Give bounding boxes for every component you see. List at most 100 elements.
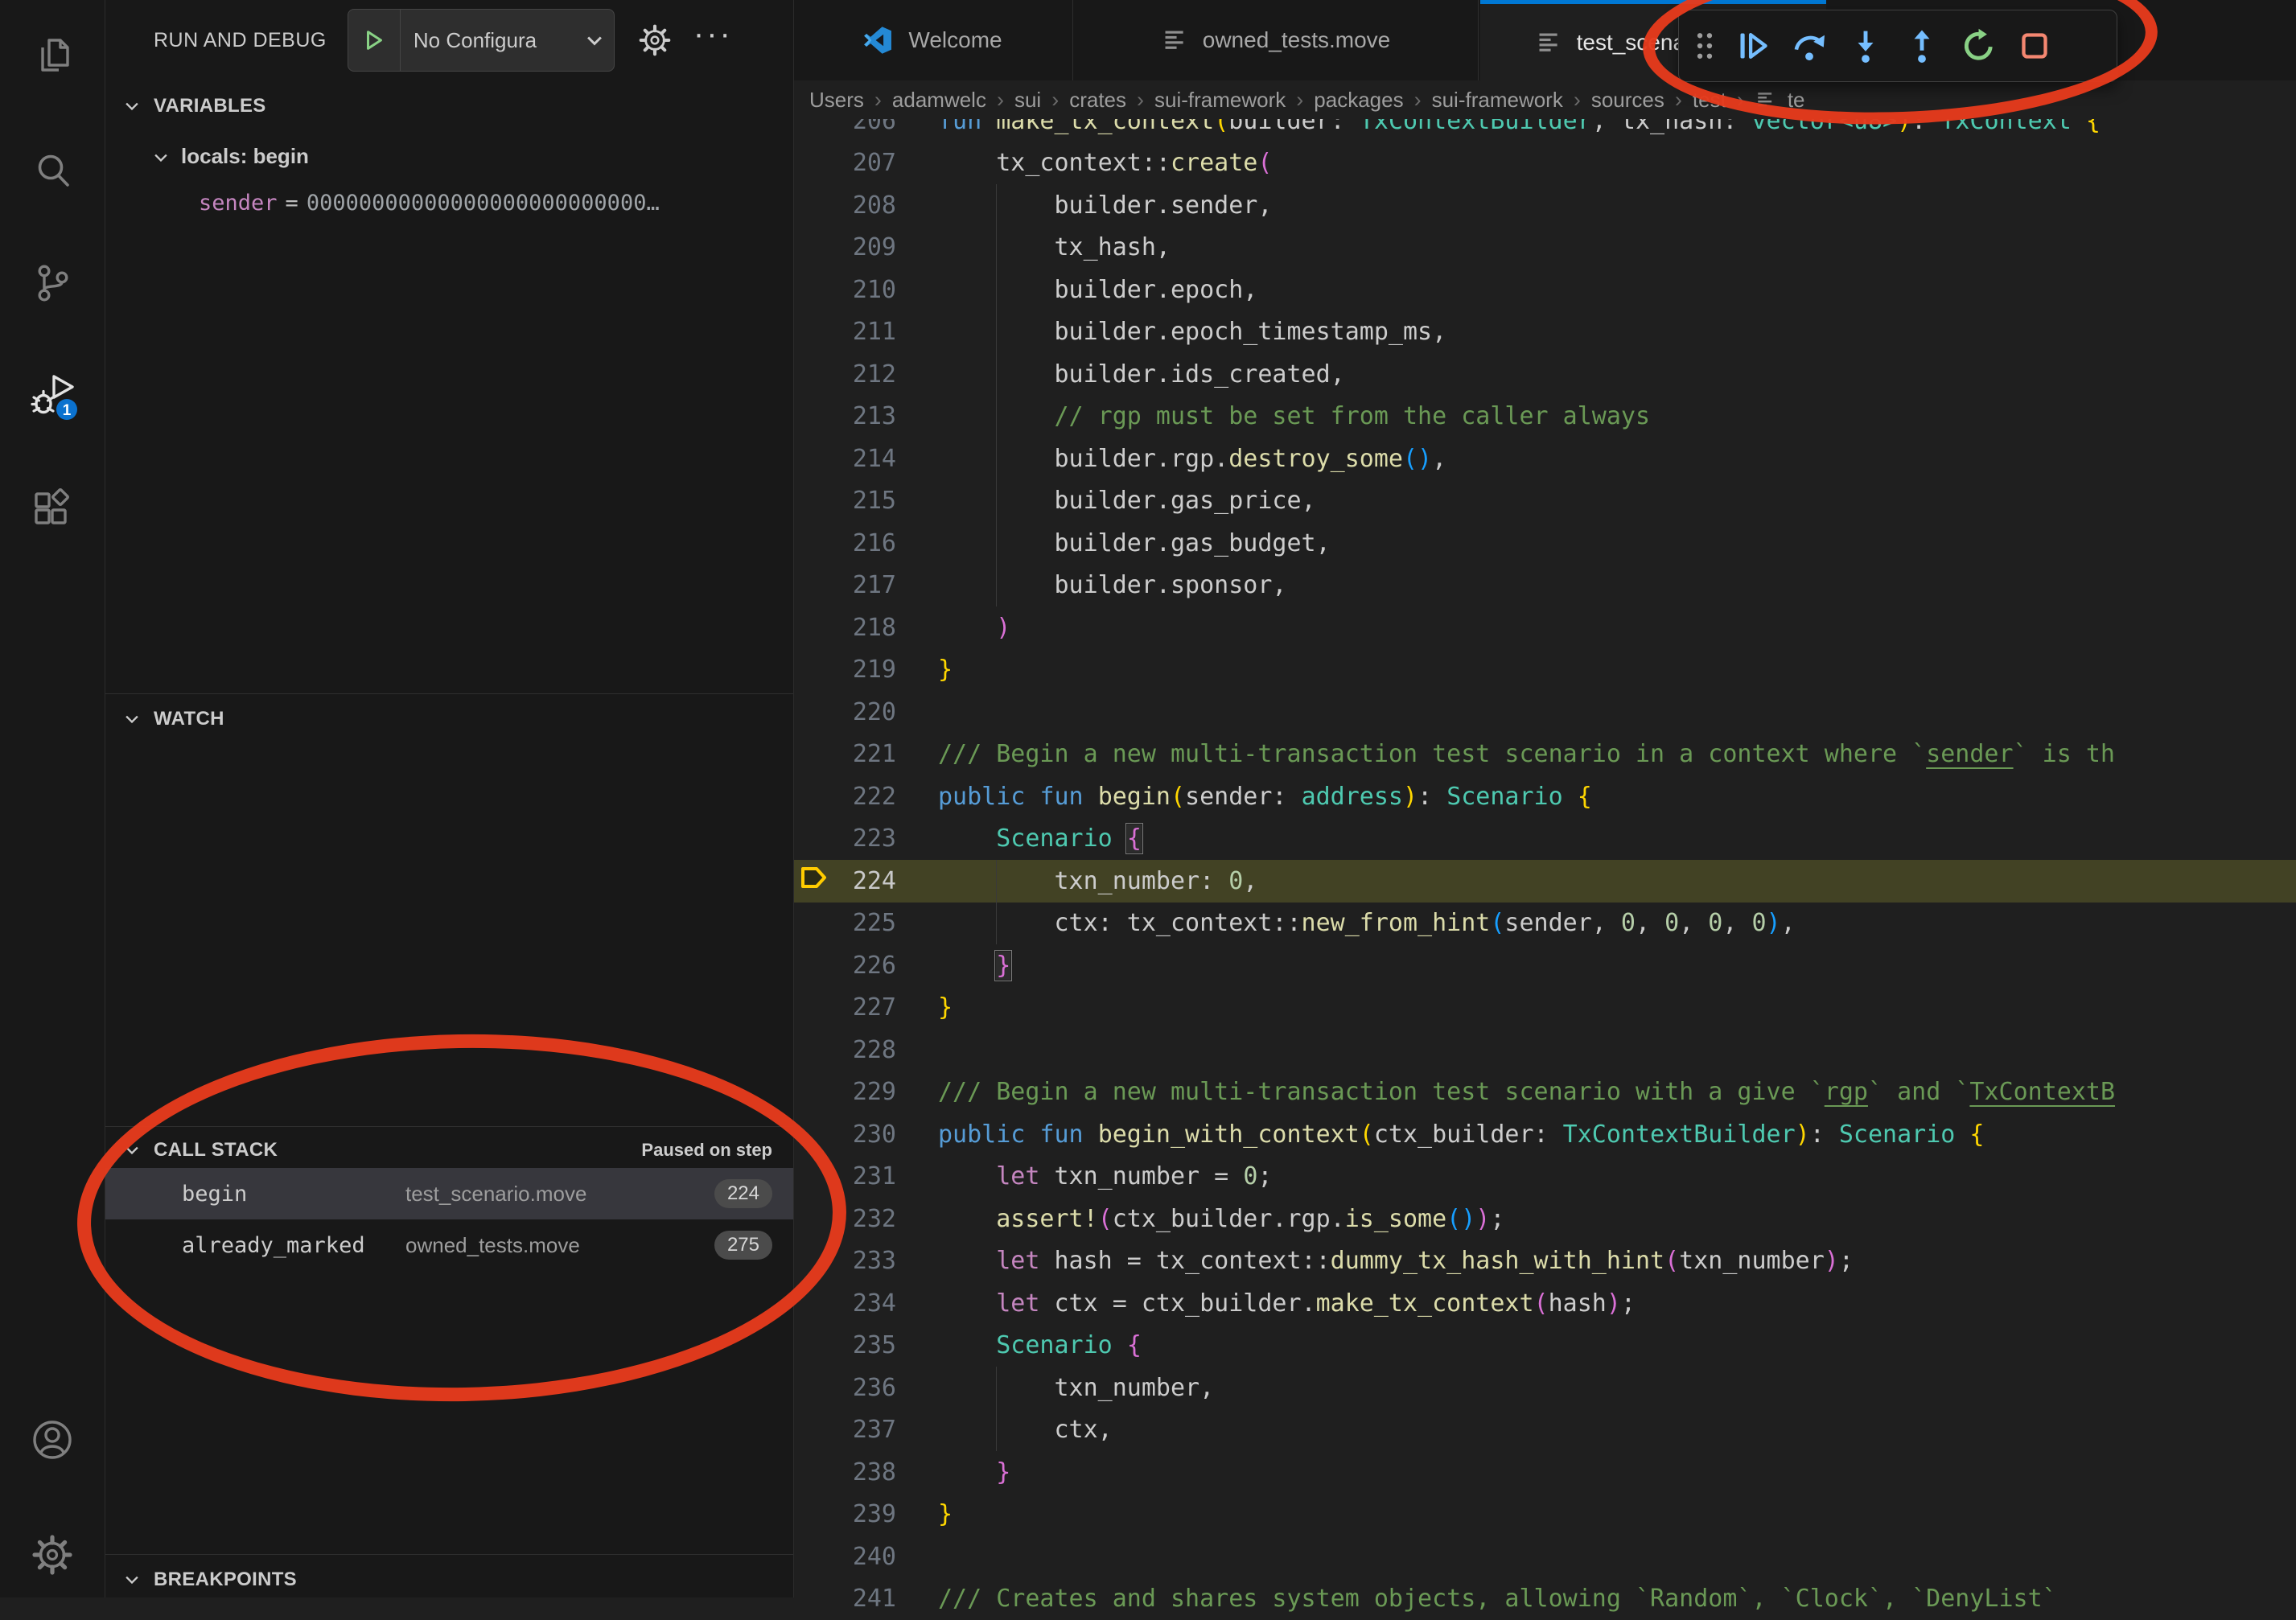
line-number[interactable]: 232 [793, 1205, 896, 1233]
variable-row-sender[interactable]: sender = 00000000000000000000000000… [105, 183, 793, 222]
sidebar-header: RUN AND DEBUG No Configura ··· [105, 0, 793, 80]
breadcrumb-file[interactable]: te [1788, 88, 1805, 113]
search-icon[interactable] [30, 148, 75, 193]
line-number[interactable]: 226 [793, 952, 896, 980]
tab-owned-tests-move[interactable]: owned_tests.move [1073, 0, 1479, 80]
line-number[interactable]: 215 [793, 487, 896, 515]
code-line-234: 234 let ctx = ctx_builder.make_tx_contex… [793, 1282, 2296, 1325]
move-file-icon [1535, 29, 1562, 56]
settings-gear-icon[interactable] [30, 1532, 75, 1577]
variables-section-header[interactable]: VARIABLES [105, 85, 793, 127]
debug-badge: 1 [63, 402, 72, 419]
breadcrumb-separator: › [1574, 88, 1581, 113]
line-number[interactable]: 217 [793, 571, 896, 599]
line-number[interactable]: 213 [793, 402, 896, 430]
line-number[interactable]: 236 [793, 1374, 896, 1402]
code-line-228: 228 [793, 1029, 2296, 1071]
line-number[interactable]: 239 [793, 1500, 896, 1528]
line-number[interactable]: 221 [793, 740, 896, 768]
line-number[interactable]: 241 [793, 1585, 896, 1613]
current-line-marker-icon [800, 865, 829, 897]
line-number[interactable]: 211 [793, 318, 896, 346]
paused-status-badge: Paused on step [641, 1140, 772, 1161]
breadcrumb-item[interactable]: packages [1314, 88, 1403, 113]
stop-button[interactable] [2009, 20, 2060, 72]
variables-scope-row[interactable]: locals: begin [105, 135, 793, 177]
step-over-button[interactable] [1784, 20, 1835, 72]
line-number[interactable]: 229 [793, 1078, 896, 1106]
watch-section-header[interactable]: WATCH [105, 698, 793, 740]
line-number[interactable]: 233 [793, 1247, 896, 1275]
tab-welcome[interactable]: Welcome [793, 0, 1073, 80]
line-number[interactable]: 238 [793, 1458, 896, 1486]
step-into-button[interactable] [1840, 20, 1891, 72]
line-number[interactable]: 212 [793, 360, 896, 389]
explorer-icon[interactable] [30, 35, 75, 80]
breadcrumb-separator: › [1137, 88, 1144, 113]
line-number[interactable]: 231 [793, 1162, 896, 1190]
line-number[interactable]: 214 [793, 445, 896, 473]
code-line-218: 218 ) [793, 606, 2296, 649]
line-number[interactable]: 230 [793, 1120, 896, 1149]
code-line-224: 224 txn_number: 0, [793, 860, 2296, 903]
line-text: builder.epoch_timestamp_ms, [938, 318, 1446, 346]
breadcrumb-item[interactable]: sui-framework [1154, 88, 1286, 113]
line-number[interactable]: 225 [793, 909, 896, 937]
breadcrumb-item[interactable]: sui [1014, 88, 1041, 113]
breakpoints-section-header[interactable]: BREAKPOINTS [105, 1559, 793, 1601]
line-number[interactable]: 216 [793, 529, 896, 557]
breadcrumb-item[interactable]: sources [1591, 88, 1664, 113]
line-text: /// Begin a new multi-transaction test s… [938, 740, 2115, 768]
line-number[interactable]: 227 [793, 993, 896, 1022]
frame-line-badge: 224 [714, 1179, 772, 1208]
restart-button[interactable] [1952, 20, 2004, 72]
line-number[interactable]: 223 [793, 824, 896, 853]
line-text: Scenario { [938, 1331, 1142, 1359]
breadcrumb-item[interactable]: test [1693, 88, 1726, 113]
line-text: let ctx = ctx_builder.make_tx_context(ha… [938, 1289, 1636, 1318]
code-line-211: 211 builder.epoch_timestamp_ms, [793, 311, 2296, 354]
call-stack-frame-begin[interactable]: begintest_scenario.move224 [105, 1168, 793, 1219]
line-text: ) [938, 614, 1010, 642]
call-stack-section-header[interactable]: CALL STACK Paused on step [105, 1129, 793, 1171]
code-line-227: 227} [793, 987, 2296, 1030]
extensions-icon[interactable] [30, 486, 75, 531]
step-out-button[interactable] [1896, 20, 1948, 72]
call-stack-header-label: CALL STACK [154, 1139, 278, 1162]
source-control-icon[interactable] [30, 261, 75, 306]
account-icon[interactable] [30, 1417, 75, 1462]
breadcrumb-item[interactable]: Users [809, 88, 864, 113]
line-number[interactable]: 220 [793, 698, 896, 726]
launch-config-dropdown[interactable]: No Configura [348, 9, 615, 72]
breadcrumb-separator: › [874, 88, 882, 113]
line-text: } [938, 656, 953, 684]
breadcrumb-item[interactable]: sui-framework [1432, 88, 1563, 113]
line-text: let hash = tx_context::dummy_tx_hash_wit… [938, 1247, 1854, 1275]
toolbar-drag-handle-icon[interactable] [1690, 26, 1719, 66]
breadcrumb-item[interactable]: adamwelc [892, 88, 986, 113]
line-number[interactable]: 222 [793, 783, 896, 811]
line-number[interactable]: 235 [793, 1331, 896, 1359]
call-stack-frame-already_marked[interactable]: already_markedowned_tests.move275 [105, 1219, 793, 1271]
code-line-222: 222public fun begin(sender: address): Sc… [793, 775, 2296, 818]
line-number[interactable]: 208 [793, 191, 896, 220]
breadcrumb-item[interactable]: crates [1069, 88, 1126, 113]
continue-button[interactable] [1727, 20, 1779, 72]
chevron-down-icon [123, 97, 141, 115]
more-actions-icon[interactable]: ··· [693, 26, 733, 55]
debug-settings-gear-icon[interactable] [637, 23, 673, 58]
line-number[interactable]: 219 [793, 656, 896, 684]
line-number[interactable]: 237 [793, 1416, 896, 1444]
line-text: builder.gas_price, [938, 487, 1316, 515]
line-number[interactable]: 228 [793, 1036, 896, 1064]
line-number[interactable]: 209 [793, 233, 896, 261]
line-number[interactable]: 240 [793, 1543, 896, 1571]
line-number[interactable]: 207 [793, 149, 896, 177]
start-debug-button[interactable] [348, 10, 401, 71]
line-number[interactable]: 210 [793, 276, 896, 304]
line-number[interactable]: 218 [793, 614, 896, 642]
line-text: } [938, 952, 1010, 980]
line-number[interactable]: 234 [793, 1289, 896, 1318]
run-and-debug-icon[interactable]: 1 [30, 373, 75, 418]
line-text: public fun begin_with_context(ctx_builde… [938, 1120, 1984, 1149]
